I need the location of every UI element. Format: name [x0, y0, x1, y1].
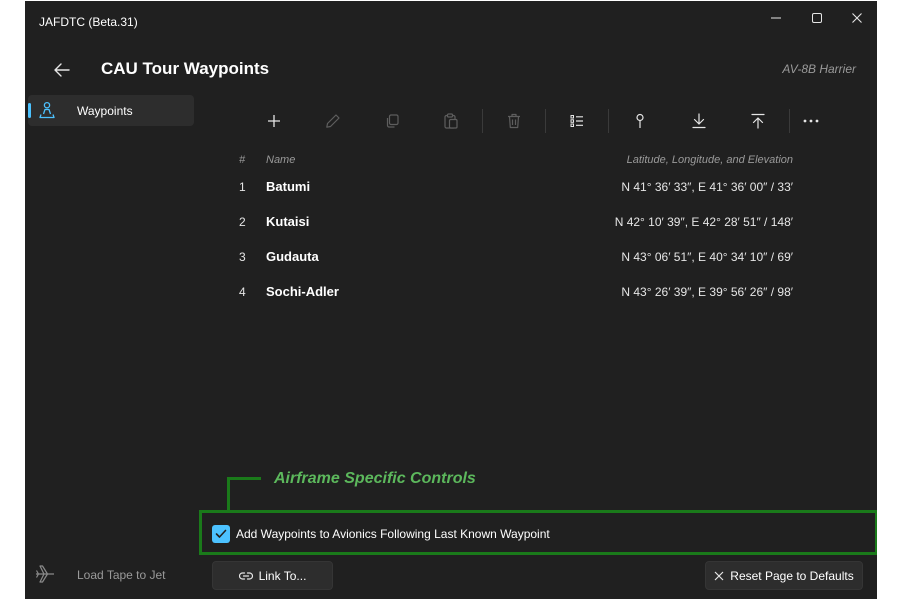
airplane-icon	[35, 565, 54, 583]
selection-indicator	[28, 103, 31, 118]
add-waypoints-label: Add Waypoints to Avionics Following Last…	[236, 527, 550, 541]
waypoint-coords: N 43° 26′ 39″, E 39° 56′ 26″ / 98′	[621, 285, 793, 299]
table-row[interactable]: 4 Sochi-Adler N 43° 26′ 39″, E 39° 56′ 2…	[25, 284, 877, 308]
list-button[interactable]	[559, 105, 595, 137]
row-number: 1	[239, 180, 246, 194]
toolbar-separator	[545, 109, 546, 133]
waypoint-coords: N 41° 36′ 33″, E 41° 36′ 00″ / 33′	[621, 180, 793, 194]
airframe-label: AV-8B Harrier	[782, 62, 856, 76]
toolbar-separator	[789, 109, 790, 133]
close-icon	[852, 13, 862, 23]
add-waypoints-checkbox[interactable]	[212, 525, 230, 543]
row-number: 3	[239, 250, 246, 264]
reset-defaults-label: Reset Page to Defaults	[730, 568, 854, 583]
close-button[interactable]	[837, 5, 877, 31]
close-icon	[714, 571, 724, 580]
waypoint-coords: N 42° 10′ 39″, E 42° 28′ 51″ / 148′	[614, 215, 793, 229]
waypoint-name: Gudauta	[266, 249, 319, 264]
copy-icon	[386, 114, 399, 128]
row-number: 2	[239, 215, 246, 229]
maximize-icon	[812, 13, 822, 23]
import-icon	[692, 113, 706, 129]
column-header-name: Name	[266, 154, 296, 166]
maximize-button[interactable]	[797, 5, 837, 31]
reset-defaults-button[interactable]: Reset Page to Defaults	[705, 561, 863, 590]
link-to-label: Link To...	[258, 568, 307, 583]
copy-button[interactable]	[374, 105, 410, 137]
waypoint-name: Batumi	[266, 179, 311, 194]
toolbar-separator	[482, 109, 483, 133]
list-icon	[570, 115, 583, 127]
pin-icon	[636, 113, 644, 128]
column-header-num: #	[239, 154, 246, 166]
person-pin-icon	[39, 101, 55, 119]
table-row[interactable]: 3 Gudauta N 43° 06′ 51″, E 40° 34′ 10″ /…	[25, 249, 877, 273]
load-tape-label: Load Tape to Jet	[77, 568, 166, 582]
title-bar: JAFDTC (Beta.31)	[25, 1, 877, 41]
link-icon	[238, 571, 253, 580]
row-number: 4	[239, 285, 246, 299]
page-title: CAU Tour Waypoints	[101, 59, 270, 78]
table-row[interactable]: 2 Kutaisi N 42° 10′ 39″, E 42° 28′ 51″ /…	[25, 214, 877, 238]
back-button[interactable]	[47, 55, 77, 85]
toolbar-separator	[608, 109, 609, 133]
back-arrow-icon	[54, 63, 70, 77]
minimize-button[interactable]	[756, 5, 796, 31]
waypoint-name: Sochi-Adler	[266, 284, 339, 299]
link-to-button[interactable]: Link To...	[212, 561, 333, 590]
edit-button[interactable]	[315, 105, 351, 137]
more-icon	[803, 119, 819, 123]
pin-button[interactable]	[622, 105, 658, 137]
import-button[interactable]	[681, 105, 717, 137]
export-button[interactable]	[740, 105, 776, 137]
export-icon	[751, 113, 765, 129]
paste-button[interactable]	[433, 105, 469, 137]
app-title: JAFDTC (Beta.31)	[39, 15, 138, 29]
delete-icon	[508, 113, 520, 129]
sidebar-item-waypoints[interactable]: Waypoints	[28, 95, 194, 126]
add-icon	[268, 115, 280, 127]
waypoint-name: Kutaisi	[266, 214, 310, 229]
table-row[interactable]: 1 Batumi N 41° 36′ 33″, E 41° 36′ 00″ / …	[25, 179, 877, 203]
waypoint-coords: N 43° 06′ 51″, E 40° 34′ 10″ / 69′	[621, 250, 793, 264]
app-window: JAFDTC (Beta.31) CAU Tour Waypoints AV-8…	[25, 1, 877, 599]
column-header-coords: Latitude, Longitude, and Elevation	[626, 154, 793, 166]
annotation-leader-vertical	[227, 477, 230, 511]
sidebar-item-label: Waypoints	[77, 104, 133, 118]
more-button[interactable]	[793, 105, 829, 137]
checkmark-icon	[215, 529, 227, 538]
add-button[interactable]	[256, 105, 292, 137]
edit-icon	[326, 114, 340, 128]
paste-icon	[444, 113, 458, 129]
delete-button[interactable]	[496, 105, 532, 137]
minimize-icon	[771, 17, 781, 19]
annotation-leader-horizontal	[227, 477, 261, 480]
annotation-label: Airframe Specific Controls	[274, 470, 476, 487]
